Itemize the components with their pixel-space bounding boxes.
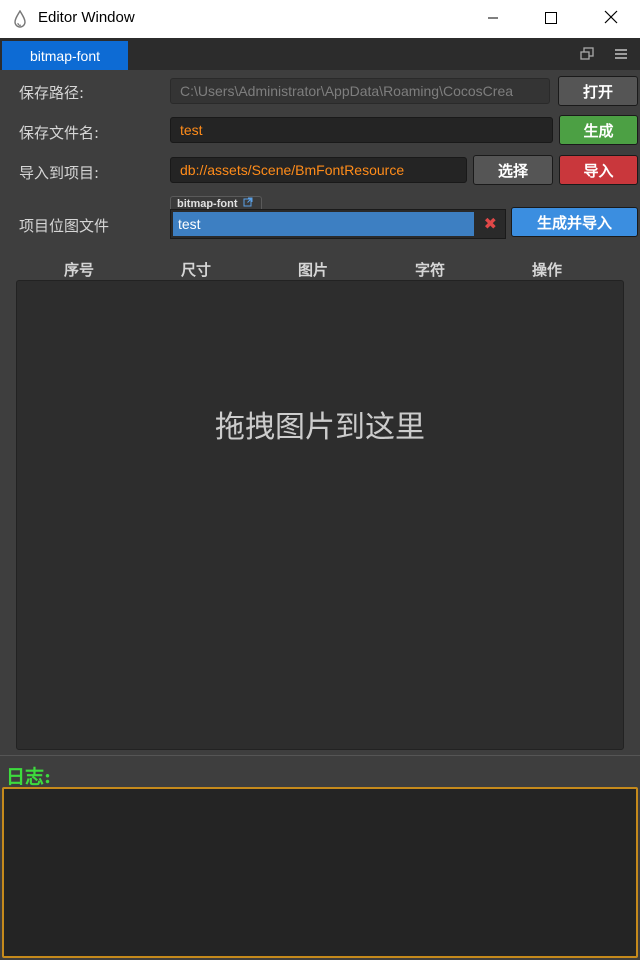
clear-asset-icon[interactable]: ✖ <box>484 214 497 233</box>
save-path-field[interactable]: C:\Users\Administrator\AppData\Roaming\C… <box>170 78 550 104</box>
import-to-project-label: 导入到项目: <box>19 164 100 182</box>
column-header-image: 图片 <box>298 261 329 279</box>
image-drop-zone[interactable]: 拖拽图片到这里 <box>16 280 624 750</box>
minimize-icon <box>487 9 499 28</box>
save-filename-input[interactable]: test <box>170 117 553 143</box>
log-divider <box>0 755 640 756</box>
asset-field[interactable]: test ✖ <box>170 209 506 239</box>
window-title: Editor Window <box>38 9 135 26</box>
app-drop-icon <box>12 9 28 28</box>
close-icon <box>604 9 618 28</box>
maximize-icon <box>545 9 557 28</box>
asset-value[interactable]: test <box>173 212 474 236</box>
select-button[interactable]: 选择 <box>473 155 553 185</box>
generate-button[interactable]: 生成 <box>559 115 638 145</box>
bitmap-font-panel: 保存路径: C:\Users\Administrator\AppData\Roa… <box>0 70 640 960</box>
column-header-size: 尺寸 <box>181 261 212 279</box>
column-header-actions: 操作 <box>532 261 563 279</box>
window-titlebar: Editor Window <box>0 0 640 38</box>
project-path-input[interactable]: db://assets/Scene/BmFontResource <box>170 157 467 183</box>
import-button[interactable]: 导入 <box>559 155 638 185</box>
save-path-label: 保存路径: <box>19 84 85 102</box>
log-title: 日志: <box>6 766 52 788</box>
menu-icon[interactable] <box>613 46 631 62</box>
project-bitmap-file-label: 项目位图文件 <box>19 217 110 235</box>
log-output[interactable] <box>2 787 638 958</box>
maximize-button[interactable] <box>522 0 580 36</box>
panel-tab-bar: bitmap-font <box>0 38 640 70</box>
column-header-chars: 字符 <box>415 261 446 279</box>
close-button[interactable] <box>582 0 640 36</box>
tab-bitmap-font[interactable]: bitmap-font <box>2 41 128 70</box>
open-folder-button[interactable]: 打开 <box>558 76 638 106</box>
generate-and-import-button[interactable]: 生成并导入 <box>511 207 638 237</box>
minimize-button[interactable] <box>464 0 522 36</box>
drop-hint-text: 拖拽图片到这里 <box>215 410 425 445</box>
popout-window-icon[interactable] <box>579 46 597 62</box>
column-header-index: 序号 <box>64 261 95 279</box>
save-filename-label: 保存文件名: <box>19 124 100 142</box>
